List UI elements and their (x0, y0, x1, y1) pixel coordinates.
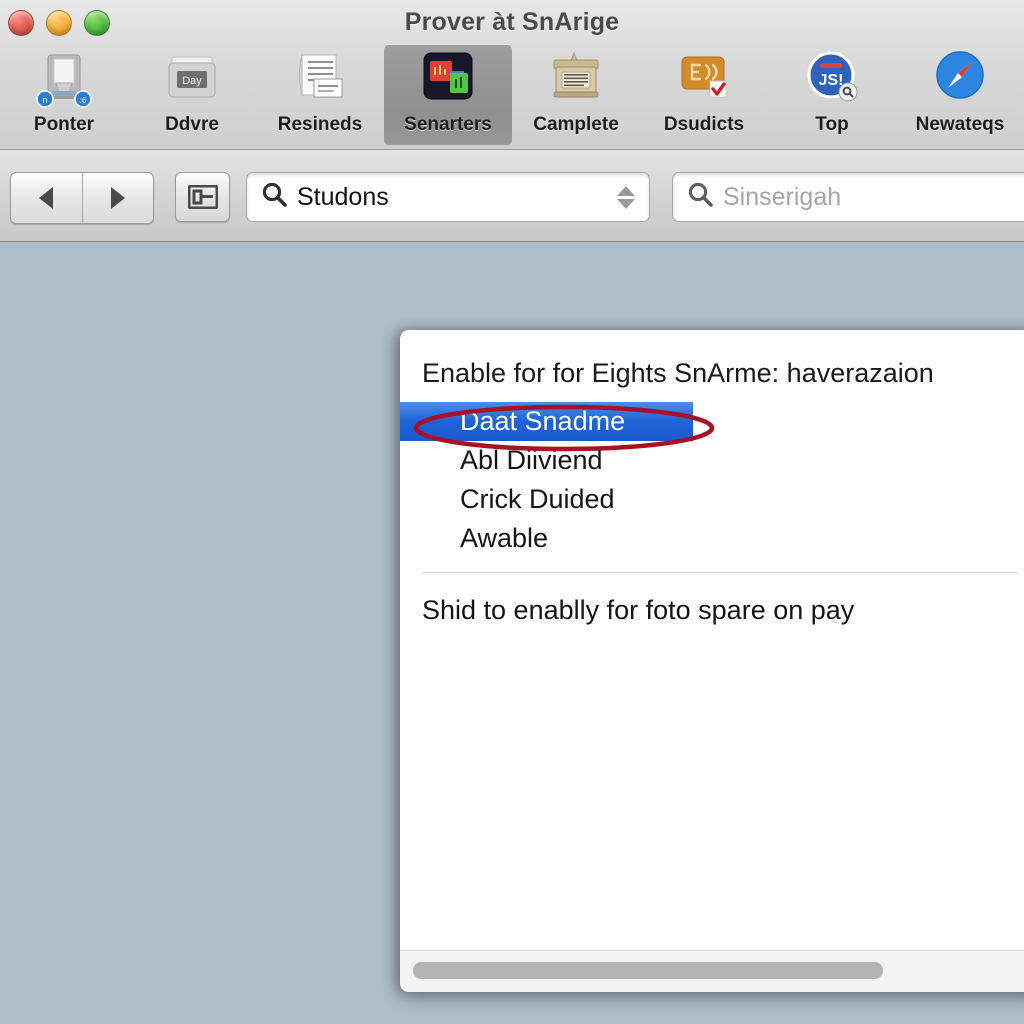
chevron-left-icon (39, 187, 54, 209)
svg-text::6: :6 (80, 96, 87, 105)
svg-text:Day: Day (182, 75, 202, 87)
toolbar-item-resineds[interactable]: Resineds (256, 45, 384, 145)
keyboard-case-icon (544, 49, 608, 111)
toolbar-item-label: Resineds (277, 114, 363, 135)
stepper-down-icon[interactable] (617, 198, 635, 209)
list-item[interactable]: Abl Diiviend (400, 441, 1024, 480)
documents-icon (288, 49, 352, 111)
sidebar-icon (187, 185, 218, 209)
toolbar-item-senarters[interactable]: Senarters (384, 45, 512, 145)
panel-header-text: Enable for for Eights SnArme: haverazaio… (422, 358, 934, 388)
window-titlebar: Prover àt SnArige n :6 Ponter Day Ddvre … (0, 0, 1024, 150)
back-button[interactable] (11, 173, 82, 223)
search-icon (261, 181, 288, 213)
toolbar-item-camplete[interactable]: Camplete (512, 45, 640, 145)
toolbar-item-label: Newateqs (915, 114, 1005, 135)
app-windows-icon (416, 49, 480, 111)
toolbar-item-top[interactable]: JS! Top (768, 45, 896, 145)
svg-text:n: n (42, 95, 47, 105)
toolbar-item-label: Dsudicts (663, 114, 745, 135)
list-item-label: Daat Snadme (460, 406, 626, 436)
search-input-value: Studons (297, 182, 389, 211)
js-debugger-icon: JS! (800, 49, 864, 111)
sidebar-toggle-button[interactable] (175, 172, 230, 222)
printer-icon: n :6 (32, 49, 96, 111)
search-input-placeholder: Sinserigah (723, 182, 842, 211)
search-field-primary[interactable]: Studons (246, 172, 650, 222)
list-item-label: Abl Diiviend (460, 445, 603, 475)
window-title: Prover àt SnArige (404, 8, 620, 36)
list-item[interactable]: Daat Snadme (400, 402, 693, 441)
list-item[interactable]: Awable (400, 519, 1024, 558)
toolbar-item-label: Senarters (404, 114, 492, 135)
toolbar-item-dsudicts[interactable]: Dsudicts (640, 45, 768, 145)
search-field-secondary[interactable]: Sinserigah (672, 172, 1024, 222)
safari-compass-icon (928, 49, 992, 111)
panel-divider (422, 572, 1018, 573)
toolbar-item-label: Ponter (33, 114, 95, 135)
scrollbar-thumb[interactable] (413, 962, 883, 979)
chalkboard-icon (672, 49, 736, 111)
disk-drive-icon: Day (160, 49, 224, 111)
forward-button[interactable] (81, 173, 154, 223)
list-item-label: Awable (460, 523, 549, 553)
chevron-right-icon (110, 187, 125, 209)
application-window: Prover àt SnArige n :6 Ponter Day Ddvre … (0, 0, 1024, 1024)
options-list: Daat Snadme Abl Diiviend Crick Duided Aw… (400, 402, 1024, 558)
navigation-segmented-control (10, 172, 154, 224)
stepper-up-icon[interactable] (617, 185, 635, 196)
svg-text:JS!: JS! (819, 72, 844, 89)
navigation-toolbar: Studons Sinserigah (0, 150, 1024, 242)
toolbar-item-label: Ddvre (165, 114, 219, 135)
options-popup-panel: Enable for for Eights SnArme: haverazaio… (400, 330, 1024, 992)
list-item-label: Crick Duided (460, 484, 615, 514)
toolbar-item-label: Camplete (533, 114, 619, 135)
toolbar-item-ponter[interactable]: n :6 Ponter (0, 45, 128, 145)
toolbar-item-label: Top (815, 114, 849, 135)
toolbar: n :6 Ponter Day Ddvre Resineds Senarters… (0, 45, 1024, 145)
toolbar-item-newateqs[interactable]: Newateqs (896, 45, 1024, 145)
panel-footer-text: Shid to enablly for foto spare on pay (422, 595, 855, 625)
list-item[interactable]: Crick Duided (400, 480, 1024, 519)
search-icon (687, 181, 714, 213)
toolbar-item-ddvre[interactable]: Day Ddvre (128, 45, 256, 145)
horizontal-scrollbar[interactable] (400, 950, 1024, 992)
stepper-arrows[interactable] (617, 185, 635, 209)
